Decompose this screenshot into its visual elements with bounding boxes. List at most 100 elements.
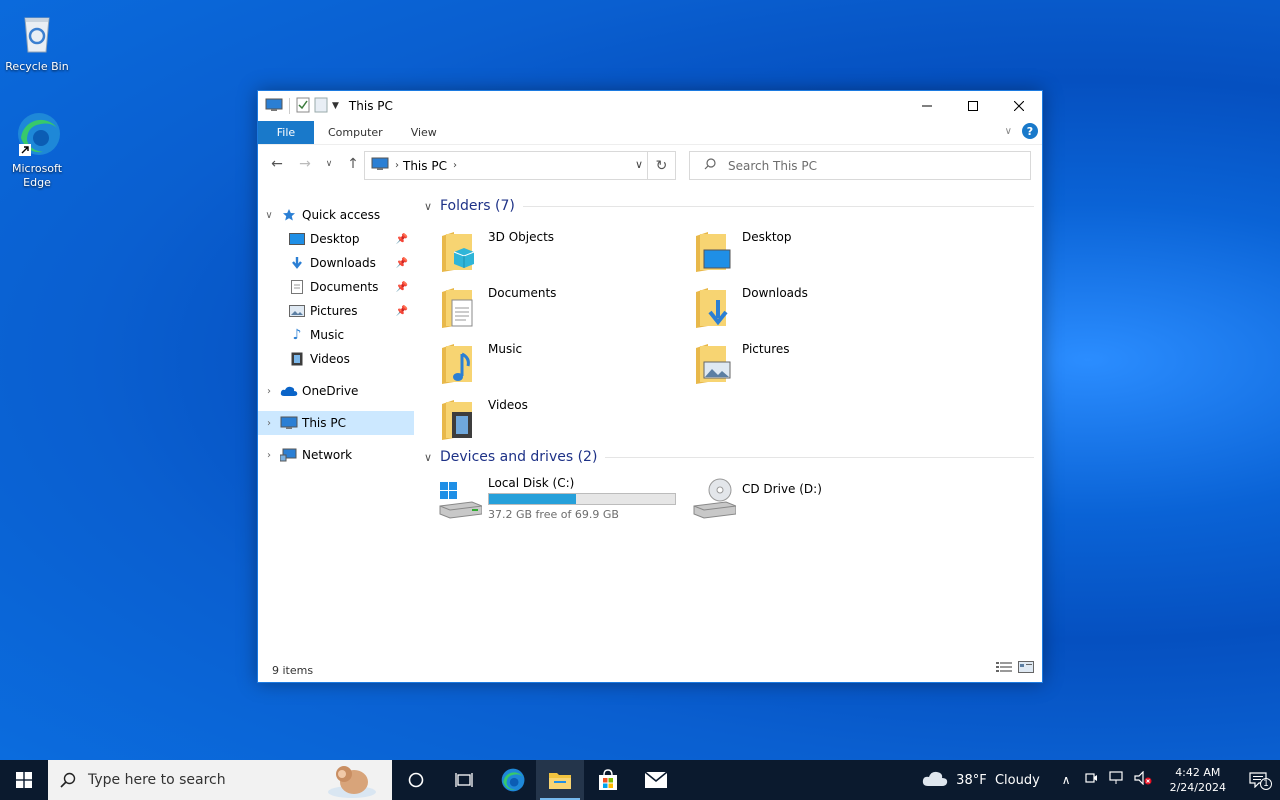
notification-center-button[interactable]: 1	[1236, 772, 1280, 790]
tab-view[interactable]: View	[397, 121, 451, 144]
videos-folder-icon	[438, 398, 478, 442]
group-header-drives[interactable]: ∨ Devices and drives (2)	[424, 449, 1034, 465]
nav-downloads[interactable]: Downloads 📌	[258, 251, 414, 275]
desktop-icon-edge[interactable]: Microsoft Edge	[0, 110, 74, 190]
collapse-chevron-icon[interactable]: ∨	[424, 200, 436, 213]
folder-music[interactable]: Music	[438, 342, 522, 386]
up-button[interactable]: ↑	[342, 153, 364, 175]
nav-onedrive[interactable]: › OneDrive	[258, 379, 414, 403]
pin-icon[interactable]: 📌	[396, 306, 408, 317]
notification-count-badge: 1	[1260, 778, 1272, 790]
nav-pictures[interactable]: Pictures 📌	[258, 299, 414, 323]
drive-free-space: 37.2 GB free of 69.9 GB	[488, 508, 619, 521]
folder-downloads[interactable]: Downloads	[692, 286, 808, 330]
taskbar-file-explorer-button[interactable]	[536, 760, 584, 800]
pin-icon[interactable]: 📌	[396, 258, 408, 269]
navigation-pane: ∨ Quick access Desktop 📌 Downloads 📌 Doc…	[258, 203, 416, 662]
window-controls	[904, 91, 1042, 121]
drive-name: CD Drive (D:)	[742, 482, 822, 496]
drive-local-disk-c[interactable]: Local Disk (C:) 37.2 GB free of 69.9 GB	[438, 476, 676, 521]
group-header-folders[interactable]: ∨ Folders (7)	[424, 198, 1034, 214]
nav-this-pc[interactable]: › This PC	[258, 411, 414, 435]
task-view-button[interactable]	[440, 760, 488, 800]
volume-muted-icon[interactable]	[1133, 770, 1152, 789]
nav-quick-access[interactable]: ∨ Quick access	[258, 203, 414, 227]
title-bar[interactable]: ▼ This PC	[258, 91, 1042, 121]
breadcrumb-this-pc[interactable]: This PC	[403, 159, 447, 173]
details-view-icon[interactable]	[996, 661, 1012, 676]
expand-ribbon-chevron-icon[interactable]: ∨	[1005, 126, 1012, 137]
folder-desktop[interactable]: Desktop	[692, 230, 792, 274]
recent-locations-button[interactable]: ∨	[322, 153, 336, 175]
network-status-icon[interactable]	[1108, 771, 1124, 789]
start-button[interactable]	[0, 760, 48, 800]
tab-file[interactable]: File	[258, 121, 314, 144]
refresh-button[interactable]: ↻	[647, 152, 675, 179]
help-button[interactable]: ?	[1022, 123, 1038, 139]
collapse-chevron-icon[interactable]: ∨	[424, 451, 436, 464]
folder-documents[interactable]: Documents	[438, 286, 556, 330]
divider	[605, 456, 1034, 458]
large-icons-view-icon[interactable]	[1018, 661, 1034, 676]
search-box[interactable]	[689, 151, 1031, 180]
search-highlight-monkey-icon	[324, 764, 378, 800]
new-folder-icon[interactable]	[314, 97, 328, 116]
expand-chevron-icon[interactable]: ›	[258, 386, 280, 397]
pin-icon[interactable]: 📌	[396, 282, 408, 293]
drive-name: Local Disk (C:)	[488, 476, 575, 490]
back-button[interactable]: ←	[266, 153, 288, 175]
expand-chevron-icon[interactable]: ›	[258, 450, 280, 461]
quick-access-toolbar: ▼	[258, 97, 339, 116]
taskbar-store-button[interactable]	[584, 760, 632, 800]
nav-desktop[interactable]: Desktop 📌	[258, 227, 414, 251]
windows-logo-icon	[16, 772, 32, 788]
divider	[522, 205, 1034, 207]
address-dropdown-icon[interactable]: ∨	[635, 158, 643, 171]
drive-cd-d[interactable]: CD Drive (D:)	[692, 476, 822, 520]
folder-3d-objects[interactable]: 3D Objects	[438, 230, 554, 274]
breadcrumb-separator-icon[interactable]: ›	[395, 160, 399, 171]
recycle-bin-icon	[13, 8, 61, 56]
computer-icon	[371, 157, 389, 174]
nav-documents[interactable]: Documents 📌	[258, 275, 414, 299]
pin-icon[interactable]: 📌	[396, 234, 408, 245]
computer-icon	[265, 98, 283, 115]
weather-text[interactable]: 38°F Cloudy	[956, 773, 1040, 788]
nav-network[interactable]: › Network	[258, 443, 414, 467]
system-tray: 38°F Cloudy ∧ 4:42 AM 2/24/2024 1	[922, 760, 1280, 800]
taskbar-search-placeholder: Type here to search	[88, 772, 226, 788]
meet-now-icon[interactable]	[1084, 771, 1098, 789]
folder-videos[interactable]: Videos	[438, 398, 528, 442]
weather-cloud-icon[interactable]	[922, 769, 948, 791]
clock-time: 4:42 AM	[1175, 766, 1221, 779]
close-button[interactable]	[996, 91, 1042, 121]
taskbar-search-box[interactable]: Type here to search	[48, 760, 392, 800]
forward-button[interactable]: →	[294, 153, 316, 175]
taskbar-edge-button[interactable]	[488, 760, 536, 800]
breadcrumb-chevron-icon[interactable]: ›	[453, 160, 457, 171]
properties-icon[interactable]	[296, 97, 310, 116]
minimize-button[interactable]	[904, 91, 950, 121]
pictures-icon	[288, 303, 306, 319]
mail-icon	[644, 771, 668, 788]
downloads-icon	[288, 255, 306, 271]
maximize-button[interactable]	[950, 91, 996, 121]
expand-chevron-icon[interactable]: ›	[258, 418, 280, 429]
cortana-button[interactable]	[392, 760, 440, 800]
network-icon	[280, 447, 298, 463]
collapse-chevron-icon[interactable]: ∨	[258, 210, 280, 221]
show-hidden-icons-chevron-icon[interactable]: ∧	[1062, 773, 1071, 787]
clock[interactable]: 4:42 AM 2/24/2024	[1160, 765, 1236, 795]
tab-computer[interactable]: Computer	[314, 121, 397, 144]
desktop-icon-recycle-bin[interactable]: Recycle Bin	[0, 8, 74, 74]
cloud-icon	[280, 383, 298, 399]
taskbar-mail-button[interactable]	[632, 760, 680, 800]
nav-videos[interactable]: Videos	[258, 347, 414, 371]
folder-pictures[interactable]: Pictures	[692, 342, 790, 386]
nav-music[interactable]: ♪ Music	[258, 323, 414, 347]
search-input[interactable]	[728, 158, 1018, 173]
ribbon-tabs: File Computer View ∨ ?	[258, 121, 1042, 145]
customize-qat-chevron-icon[interactable]: ▼	[332, 101, 339, 111]
cd-drive-icon	[692, 476, 737, 520]
address-bar[interactable]: › This PC › ∨ ↻	[364, 151, 676, 180]
